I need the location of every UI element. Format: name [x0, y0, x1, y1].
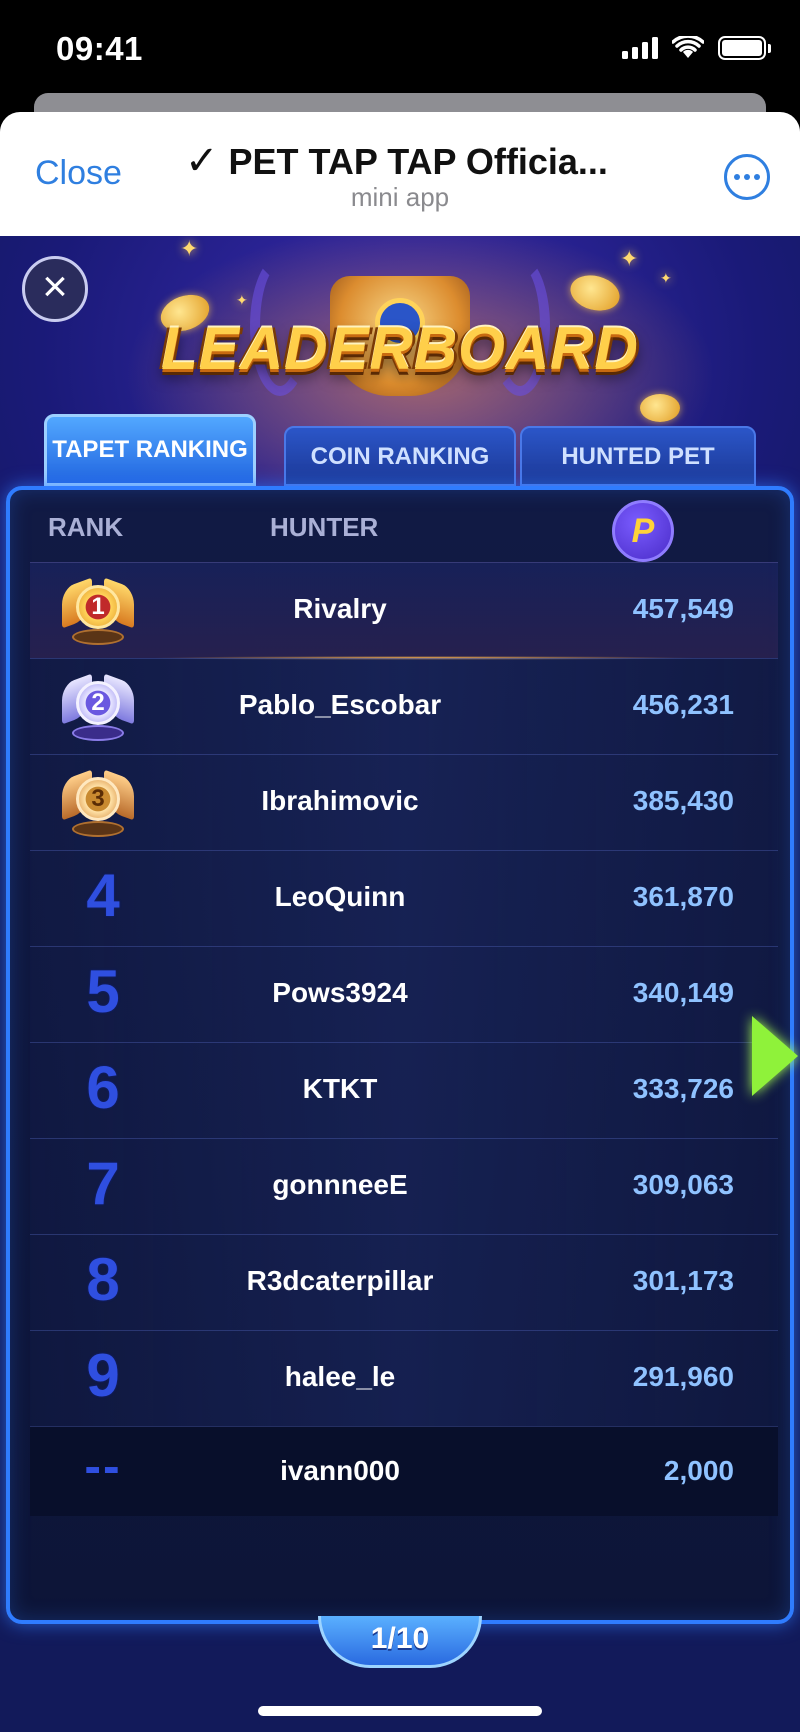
sparkle-decoration: ✦ — [236, 292, 248, 308]
rank-number: 8 — [86, 1246, 120, 1313]
leaderboard-title: LEADERBOARD — [161, 315, 639, 382]
game-area: ✦ ✦ ✦ ✦ × LEADERBOARD TAPET RANKING COIN… — [0, 236, 800, 1732]
self-score: 2,000 — [663, 1455, 734, 1486]
table-row[interactable]: 1 Rivalry 457,549 — [30, 562, 778, 660]
column-hunter: HUNTER — [270, 512, 379, 542]
hunter-score: 333,726 — [632, 1073, 734, 1104]
bronze-medal-icon: 3 — [60, 765, 136, 843]
ranking-tabs: TAPET RANKING COIN RANKING HUNTED PET — [44, 414, 756, 486]
hunter-score: 457,549 — [632, 593, 734, 624]
cellular-signal-icon — [622, 37, 658, 59]
rank-number: 4 — [86, 862, 120, 929]
next-page-arrow-icon[interactable] — [752, 1016, 798, 1096]
mini-app-header: Close ✓ PET TAP TAP Officia... mini app — [0, 112, 800, 236]
table-header: RANK HUNTER P — [10, 490, 790, 566]
rank-number: 9 — [86, 1342, 120, 1409]
hunter-score: 340,149 — [632, 977, 734, 1008]
table-row[interactable]: 3 Ibrahimovic 385,430 — [30, 754, 778, 850]
hunter-name: Pows3924 — [272, 977, 408, 1008]
table-row[interactable]: 5 Pows3924 340,149 — [30, 946, 778, 1042]
hunter-name: Pablo_Escobar — [238, 689, 442, 720]
status-icons — [622, 36, 771, 60]
gold-medal-icon: 1 — [60, 573, 136, 651]
app-title: ✓ PET TAP TAP Officia... — [185, 138, 645, 184]
table-row[interactable]: 6 KTKT 333,726 — [30, 1042, 778, 1138]
table-row[interactable]: 2 Pablo_Escobar 456,231 — [30, 658, 778, 754]
table-row[interactable]: 9 halee_le 291,960 — [30, 1330, 778, 1426]
hunter-name: LeoQuinn — [274, 881, 406, 912]
sparkle-decoration: ✦ — [180, 236, 199, 261]
hunter-score: 301,173 — [632, 1265, 734, 1296]
hunter-name: R3dcaterpillar — [246, 1265, 434, 1296]
sparkle-decoration: ✦ — [620, 246, 639, 271]
hunter-score: 309,063 — [632, 1169, 734, 1200]
hunter-name: Rivalry — [293, 593, 387, 624]
coin-icon — [566, 270, 624, 316]
close-leaderboard-button[interactable]: × — [22, 256, 88, 322]
battery-icon — [718, 36, 771, 60]
verified-check-icon: ✓ — [185, 139, 219, 183]
hunter-name: Ibrahimovic — [261, 785, 419, 816]
hunter-name: halee_le — [284, 1361, 396, 1392]
medal-rank: 2 — [76, 681, 120, 725]
medal-rank: 1 — [76, 585, 120, 629]
more-options-icon[interactable] — [724, 154, 770, 200]
wifi-icon — [672, 36, 704, 58]
sparkle-decoration: ✦ — [660, 270, 672, 286]
hunter-score: 361,870 — [632, 881, 734, 912]
table-row[interactable]: 8 R3dcaterpillar 301,173 — [30, 1234, 778, 1330]
hunter-name: gonnneeE — [272, 1169, 408, 1200]
table-row[interactable]: 4 LeoQuinn 361,870 — [30, 850, 778, 946]
silver-medal-icon: 2 — [60, 669, 136, 747]
page-indicator: 1/10 — [318, 1616, 482, 1668]
rank-number: 5 — [86, 958, 120, 1025]
self-name: ivann000 — [280, 1455, 400, 1486]
tab-coin-ranking[interactable]: COIN RANKING — [284, 426, 516, 486]
rank-number: 6 — [86, 1054, 120, 1121]
tab-hunted-pet[interactable]: HUNTED PET — [520, 426, 756, 486]
leaderboard-table: RANK HUNTER P 1 Rivalry 457,549 2 Pablo_… — [6, 486, 794, 1624]
rank-number: 7 — [86, 1150, 120, 1217]
hunter-score: 291,960 — [632, 1361, 734, 1392]
app-title-text: PET TAP TAP Officia... — [228, 141, 608, 182]
hunter-score: 456,231 — [632, 689, 734, 720]
self-rank-row[interactable]: -- ivann000 2,000 — [30, 1426, 778, 1516]
self-rank: -- — [84, 1438, 122, 1494]
table-row[interactable]: 7 gonnneeE 309,063 — [30, 1138, 778, 1234]
status-time: 09:41 — [56, 30, 143, 67]
column-rank: RANK — [48, 512, 124, 542]
home-indicator — [258, 1706, 542, 1716]
hunter-score: 385,430 — [632, 785, 734, 816]
app-subtitle: mini app — [350, 182, 450, 212]
pet-token-icon: P — [612, 500, 674, 562]
tab-tapet-ranking[interactable]: TAPET RANKING — [44, 414, 256, 486]
hunter-name: KTKT — [302, 1073, 378, 1104]
status-bar: 09:41 — [0, 0, 800, 100]
medal-rank: 3 — [76, 777, 120, 821]
